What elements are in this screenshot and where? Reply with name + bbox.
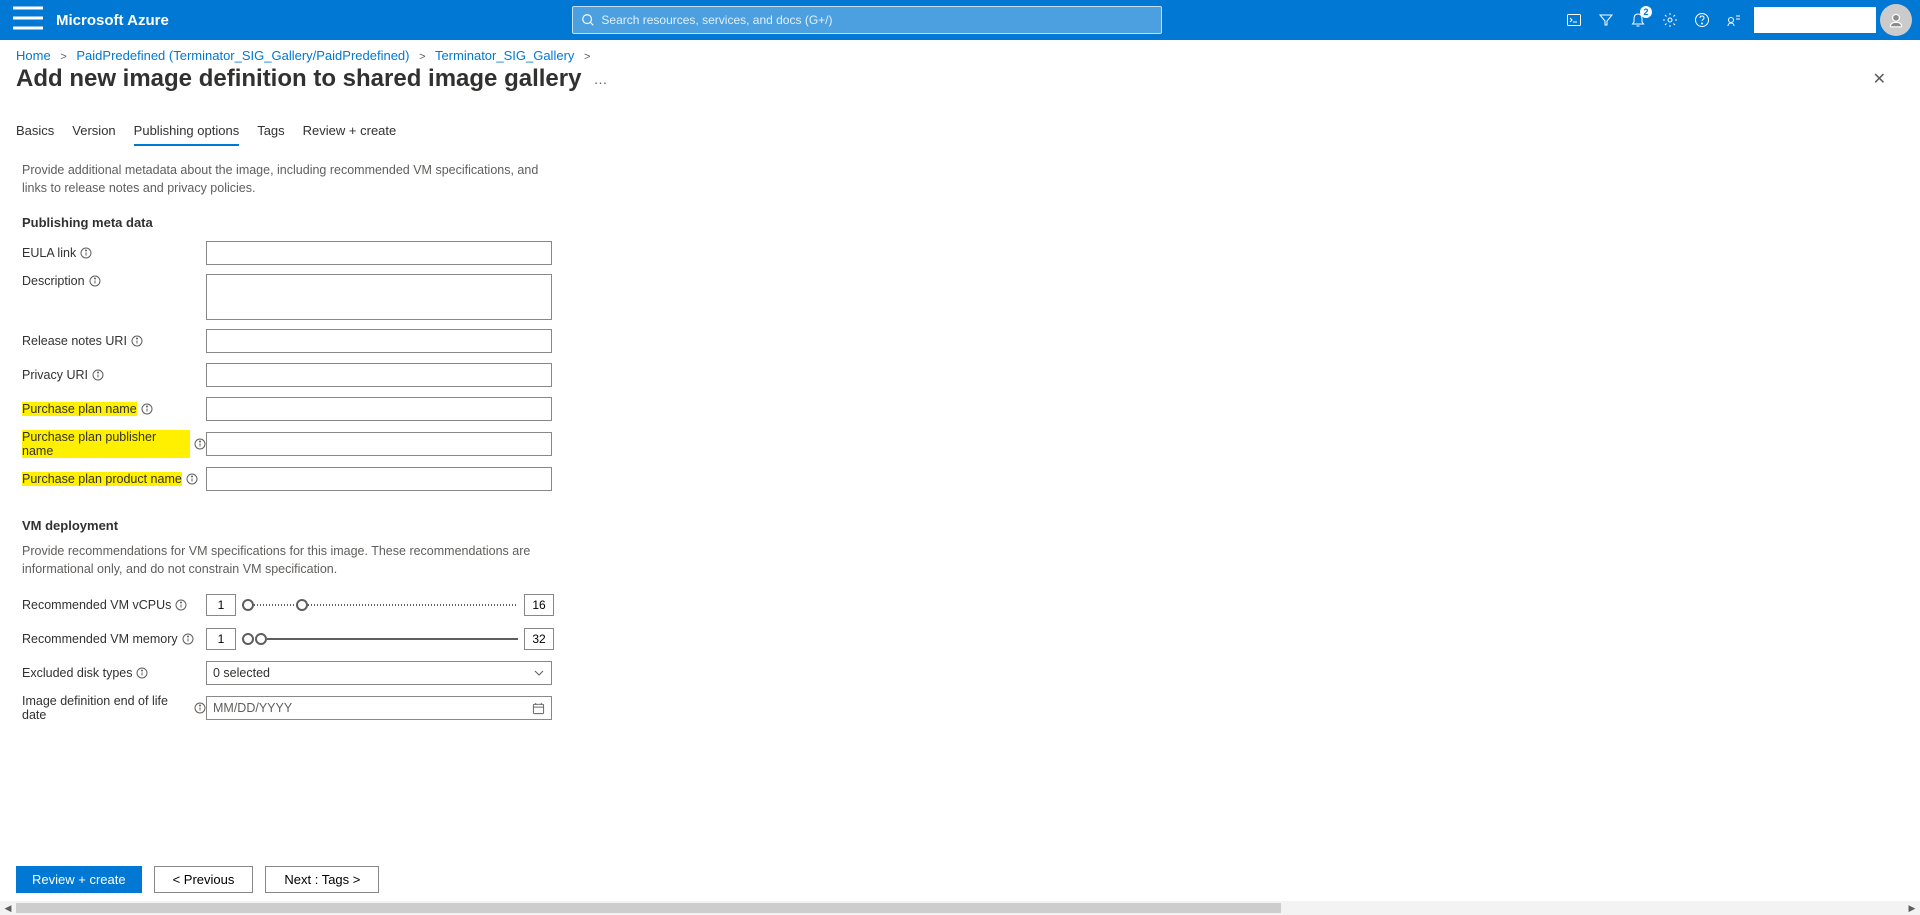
- vcpu-slider[interactable]: [242, 599, 518, 611]
- tab-version[interactable]: Version: [72, 119, 115, 146]
- search-icon: [581, 13, 595, 27]
- eol-date-placeholder: MM/DD/YYYY: [213, 701, 292, 715]
- breadcrumb-item-2[interactable]: Terminator_SIG_Gallery: [435, 48, 574, 63]
- horizontal-scrollbar[interactable]: ◀ ▶: [0, 901, 1920, 915]
- info-icon[interactable]: [89, 275, 101, 287]
- label-purchase-plan-product: Purchase plan product name: [22, 472, 206, 486]
- description-textarea[interactable]: [206, 274, 552, 320]
- purchase-plan-name-input[interactable]: [206, 397, 552, 421]
- label-excluded-disk: Excluded disk types: [22, 666, 206, 680]
- label-purchase-plan-publisher: Purchase plan publisher name: [22, 430, 206, 458]
- topbar-actions: 2: [1558, 0, 1912, 40]
- account-input[interactable]: [1754, 7, 1876, 33]
- tab-tags[interactable]: Tags: [257, 119, 284, 146]
- settings-icon[interactable]: [1654, 0, 1686, 40]
- excluded-disk-select[interactable]: 0 selected: [206, 661, 552, 685]
- chevron-down-icon: [533, 667, 545, 679]
- global-search[interactable]: [572, 6, 1162, 34]
- info-icon[interactable]: [136, 667, 148, 679]
- page-header: Add new image definition to shared image…: [0, 65, 1920, 99]
- vcpu-min-input[interactable]: [206, 594, 236, 616]
- directory-filter-icon[interactable]: [1590, 0, 1622, 40]
- info-icon[interactable]: [182, 633, 194, 645]
- breadcrumb: Home > PaidPredefined (Terminator_SIG_Ga…: [0, 40, 1920, 65]
- brand-label: Microsoft Azure: [48, 12, 177, 29]
- search-input[interactable]: [601, 13, 1153, 27]
- scroll-left-icon[interactable]: ◀: [0, 901, 16, 915]
- tab-basics[interactable]: Basics: [16, 119, 54, 146]
- label-purchase-plan-name: Purchase plan name: [22, 402, 206, 416]
- eula-link-input[interactable]: [206, 241, 552, 265]
- release-notes-uri-input[interactable]: [206, 329, 552, 353]
- eol-date-input[interactable]: MM/DD/YYYY: [206, 696, 552, 720]
- vcpu-range: [206, 594, 554, 616]
- scrollbar-thumb[interactable]: [16, 903, 1281, 913]
- info-icon[interactable]: [92, 369, 104, 381]
- label-memory: Recommended VM memory: [22, 632, 206, 646]
- calendar-icon: [532, 702, 545, 715]
- vcpu-max-input[interactable]: [524, 594, 554, 616]
- info-icon[interactable]: [141, 403, 153, 415]
- info-icon[interactable]: [131, 335, 143, 347]
- label-eol-date: Image definition end of life date: [22, 694, 206, 722]
- info-icon[interactable]: [175, 599, 187, 611]
- label-vcpu: Recommended VM vCPUs: [22, 598, 206, 612]
- scroll-right-icon[interactable]: ▶: [1904, 901, 1920, 915]
- label-release-notes-uri: Release notes URI: [22, 334, 206, 348]
- info-icon[interactable]: [194, 702, 206, 714]
- info-icon[interactable]: [194, 438, 206, 450]
- purchase-plan-product-input[interactable]: [206, 467, 552, 491]
- footer-actions: Review + create < Previous Next : Tags >: [0, 856, 1920, 903]
- info-icon[interactable]: [186, 473, 198, 485]
- feedback-icon[interactable]: [1718, 0, 1750, 40]
- form-body: Provide additional metadata about the im…: [0, 146, 1920, 856]
- page-title: Add new image definition to shared image…: [16, 65, 581, 93]
- label-privacy-uri: Privacy URI: [22, 368, 206, 382]
- section-title-meta: Publishing meta data: [22, 215, 1898, 230]
- next-button[interactable]: Next : Tags >: [265, 866, 379, 893]
- previous-button[interactable]: < Previous: [154, 866, 254, 893]
- intro-text: Provide additional metadata about the im…: [22, 162, 542, 197]
- vm-intro-text: Provide recommendations for VM specifica…: [22, 543, 542, 578]
- mem-max-input[interactable]: [524, 628, 554, 650]
- page-content: Home > PaidPredefined (Terminator_SIG_Ga…: [0, 40, 1920, 903]
- more-icon[interactable]: …: [593, 71, 608, 87]
- top-bar: Microsoft Azure 2: [0, 0, 1920, 40]
- search-wrap: [177, 6, 1558, 34]
- account-avatar[interactable]: [1880, 0, 1912, 40]
- breadcrumb-home[interactable]: Home: [16, 48, 51, 63]
- breadcrumb-item-1[interactable]: PaidPredefined (Terminator_SIG_Gallery/P…: [76, 48, 409, 63]
- section-title-vm: VM deployment: [22, 518, 1898, 533]
- memory-range: [206, 628, 554, 650]
- hamburger-menu-icon[interactable]: [8, 0, 48, 43]
- label-eula-link: EULA link: [22, 246, 206, 260]
- help-icon[interactable]: [1686, 0, 1718, 40]
- info-icon[interactable]: [80, 247, 92, 259]
- tab-publishing-options[interactable]: Publishing options: [134, 119, 240, 146]
- notification-badge: 2: [1640, 6, 1652, 18]
- tab-bar: Basics Version Publishing options Tags R…: [0, 99, 1920, 146]
- notifications-icon[interactable]: 2: [1622, 0, 1654, 40]
- tab-review-create[interactable]: Review + create: [303, 119, 397, 146]
- mem-min-input[interactable]: [206, 628, 236, 650]
- purchase-plan-publisher-input[interactable]: [206, 432, 552, 456]
- label-description: Description: [22, 274, 206, 288]
- review-create-button[interactable]: Review + create: [16, 866, 142, 893]
- privacy-uri-input[interactable]: [206, 363, 552, 387]
- close-icon[interactable]: ✕: [1865, 65, 1894, 93]
- excluded-disk-value: 0 selected: [213, 666, 270, 680]
- memory-slider[interactable]: [242, 633, 518, 645]
- cloud-shell-icon[interactable]: [1558, 0, 1590, 40]
